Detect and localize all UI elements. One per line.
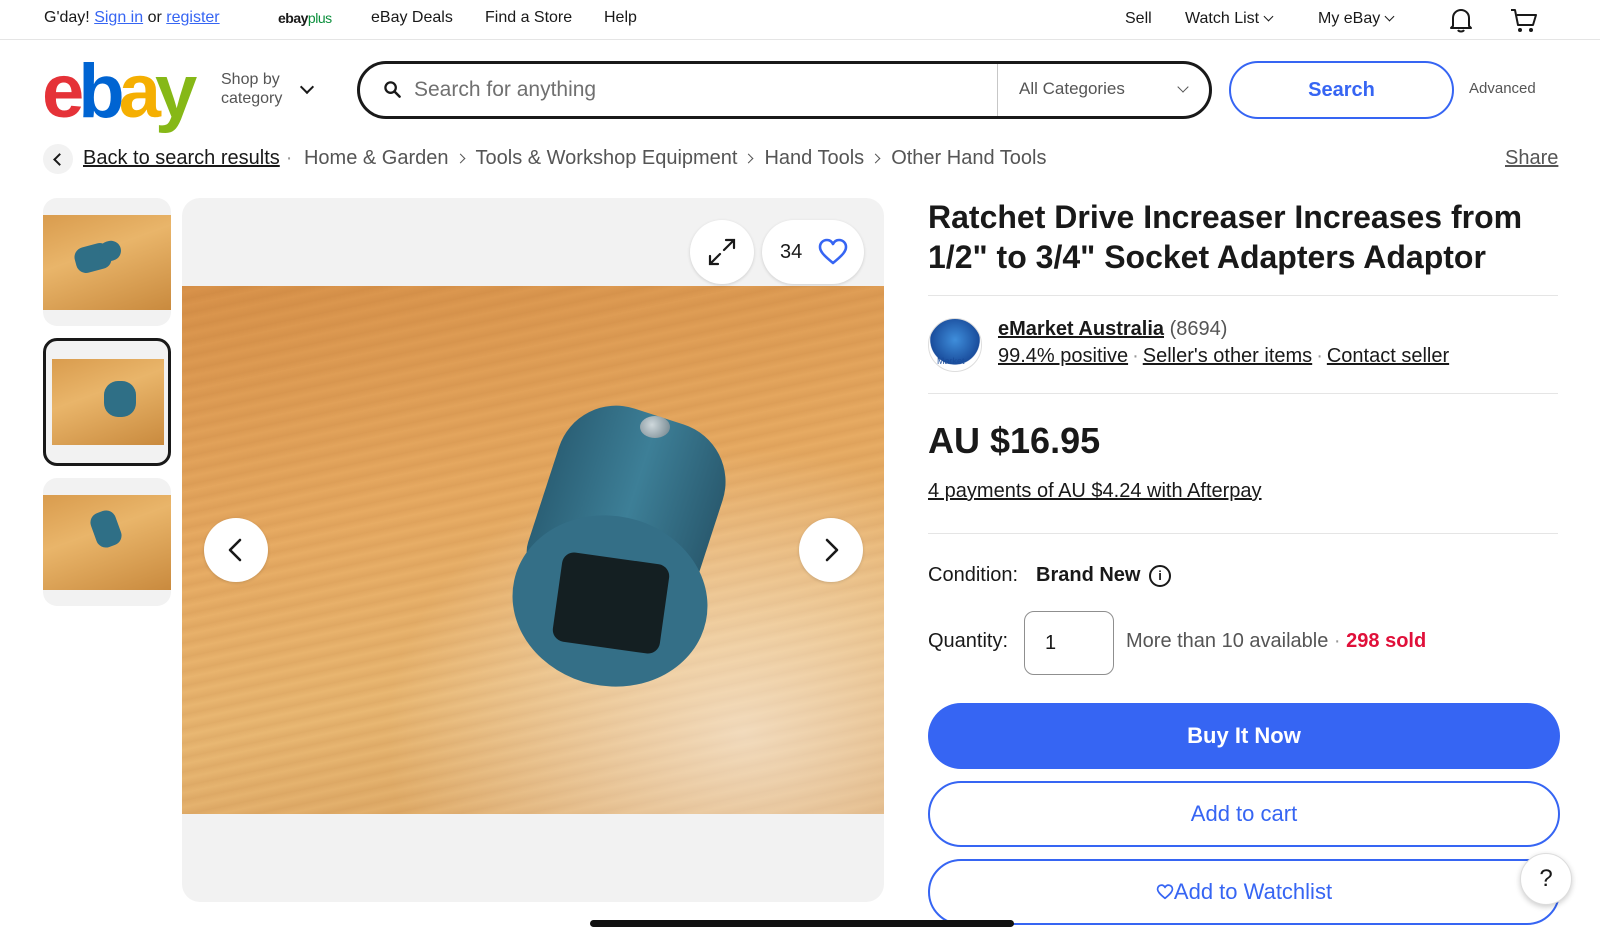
greeting: G'day! Sign in or register [44, 9, 220, 26]
search-bar: All Categories [357, 61, 1212, 119]
divider [928, 295, 1558, 296]
condition-value: Brand New [1036, 564, 1141, 586]
info-icon[interactable]: i [1149, 565, 1171, 587]
contact-seller-link[interactable]: Contact seller [1327, 345, 1449, 367]
chevron-right-icon[interactable] [799, 518, 863, 582]
watch-list-menu[interactable]: Watch List [1185, 10, 1274, 28]
seller-name-link[interactable]: eMarket Australia [998, 318, 1164, 340]
sign-in-link[interactable]: Sign in [94, 9, 143, 26]
heart-icon [1156, 884, 1174, 900]
bell-icon[interactable] [1449, 7, 1473, 33]
help-button[interactable]: ? [1520, 853, 1572, 905]
availability: More than 10 available · 298 sold [1126, 630, 1427, 652]
shop-by-category-button[interactable]: Shop by category [221, 70, 282, 108]
divider [928, 393, 1558, 394]
add-to-cart-button[interactable]: Add to cart [928, 781, 1560, 847]
category-select[interactable]: All Categories [997, 64, 1209, 116]
advanced-search-link[interactable]: Advanced [1469, 80, 1536, 97]
home-indicator [590, 920, 1014, 927]
chevron-down-icon [1384, 11, 1395, 22]
watch-heart-button[interactable]: 34 [762, 220, 864, 284]
chevron-down-icon[interactable] [299, 79, 315, 95]
product-photo [182, 286, 884, 814]
search-icon [384, 81, 401, 98]
thumbnail-image [43, 215, 171, 310]
search-input[interactable] [414, 74, 984, 106]
expand-icon[interactable] [690, 220, 754, 284]
ebay-deals-link[interactable]: eBay Deals [371, 9, 453, 27]
register-link[interactable]: register [166, 9, 219, 26]
afterpay-link[interactable]: 4 payments of AU $4.24 with Afterpay [928, 480, 1262, 503]
price: AU $16.95 [928, 420, 1101, 461]
thumbnail-3[interactable] [43, 478, 171, 606]
share-link[interactable]: Share [1505, 147, 1558, 170]
quantity-input[interactable] [1024, 611, 1114, 675]
chevron-down-icon [1177, 81, 1189, 93]
search-button[interactable]: Search [1229, 61, 1454, 119]
ebay-logo[interactable]: ebay [42, 54, 197, 130]
breadcrumb-tools-workshop[interactable]: Tools & Workshop Equipment [476, 147, 738, 169]
main-image-viewer[interactable]: 34 [182, 198, 884, 902]
breadcrumb: Back to search results · Home & Garden Too… [83, 147, 1047, 169]
buy-it-now-button[interactable]: Buy It Now [928, 703, 1560, 769]
breadcrumb-hand-tools[interactable]: Hand Tools [764, 147, 864, 169]
top-bar: G'day! Sign in or register ebayplus eBay… [0, 0, 1600, 40]
seller-links: 99.4% positive · Seller's other items · Cont… [998, 345, 1450, 367]
seller-avatar[interactable]: Market [928, 318, 982, 372]
my-ebay-menu[interactable]: My eBay [1318, 10, 1395, 28]
chevron-right-icon [870, 153, 881, 164]
find-a-store-link[interactable]: Find a Store [485, 9, 572, 27]
heart-icon [818, 238, 848, 265]
chevron-right-icon [455, 153, 465, 164]
breadcrumb-other-hand-tools[interactable]: Other Hand Tools [891, 147, 1046, 169]
help-link[interactable]: Help [604, 9, 637, 27]
divider [928, 533, 1558, 534]
quantity-label: Quantity: [928, 630, 1009, 652]
chevron-left-icon[interactable] [204, 518, 268, 582]
breadcrumb-home-garden[interactable]: Home & Garden [304, 147, 449, 169]
thumbnail-1[interactable] [43, 198, 171, 326]
seller-feedback-count: (8694) [1169, 318, 1228, 340]
like-count: 34 [780, 241, 803, 263]
add-to-watchlist-button[interactable]: Add to Watchlist [928, 859, 1560, 925]
seller-info: eMarket Australia (8694) [998, 318, 1227, 341]
cart-icon[interactable] [1510, 8, 1538, 34]
sell-link[interactable]: Sell [1125, 10, 1152, 28]
product-title: Ratchet Drive Increaser Increases from 1… [928, 199, 1523, 275]
seller-other-items-link[interactable]: Seller's other items [1143, 345, 1312, 367]
back-chevron-icon[interactable] [43, 144, 73, 174]
thumbnail-image [52, 359, 164, 445]
chevron-down-icon [1263, 11, 1274, 22]
chevron-right-icon [744, 153, 754, 164]
sold-count: 298 sold [1346, 630, 1427, 652]
thumbnail-2-selected[interactable] [43, 338, 171, 466]
condition-label: Condition: [928, 564, 1019, 586]
positive-feedback-link[interactable]: 99.4% positive [998, 345, 1128, 367]
ebay-plus-link[interactable]: ebayplus [278, 10, 332, 26]
back-to-search-link[interactable]: Back to search results [83, 147, 280, 169]
thumbnail-image [43, 495, 171, 590]
